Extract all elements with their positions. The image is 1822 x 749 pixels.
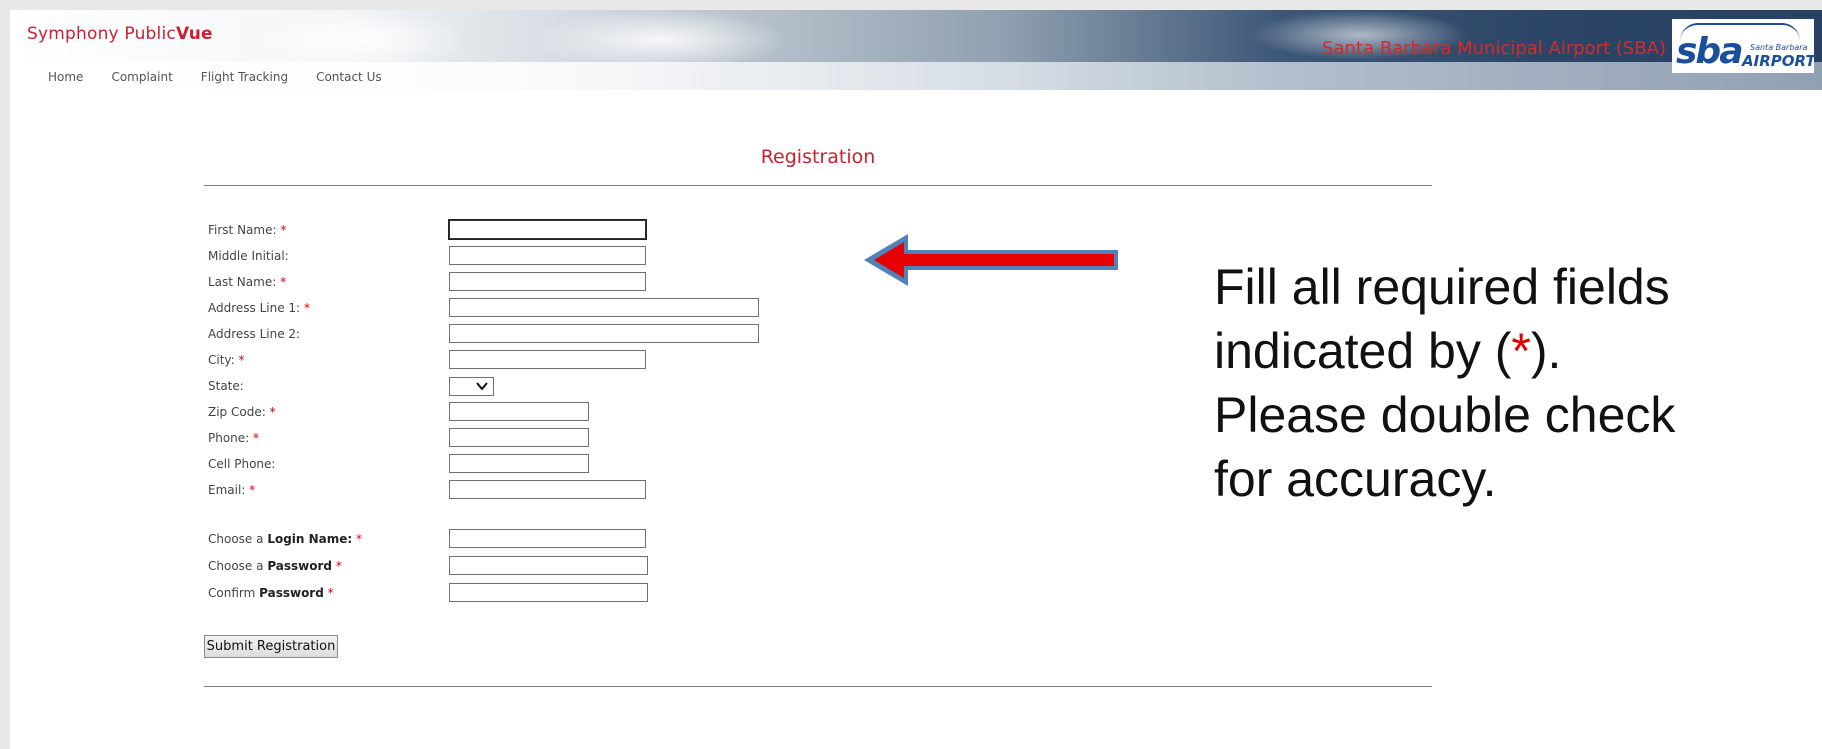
confirm-password-label: Confirm Password * xyxy=(208,586,334,600)
top-gutter xyxy=(0,0,1822,10)
callout-line-2: indicated by (*). xyxy=(1214,323,1562,379)
last-name-input[interactable] xyxy=(449,272,646,291)
header-cloud xyxy=(530,10,790,70)
header-cloud xyxy=(250,10,470,70)
logo-airport-text: AIRPORT xyxy=(1742,52,1816,70)
nav-contact-us[interactable]: Contact Us xyxy=(316,70,382,84)
cell-phone-input[interactable] xyxy=(449,454,589,473)
main-nav: Home Complaint Flight Tracking Contact U… xyxy=(48,70,382,84)
instruction-callout: Fill all required fields indicated by (*… xyxy=(1214,255,1774,511)
nav-flight-tracking[interactable]: Flight Tracking xyxy=(201,70,288,84)
nav-complaint[interactable]: Complaint xyxy=(111,70,172,84)
address-line2-label: Address Line 2: xyxy=(208,327,301,341)
airport-logo: sba Santa Barbara AIRPORT xyxy=(1672,19,1816,73)
divider xyxy=(204,185,1432,186)
address-line1-label: Address Line 1: * xyxy=(208,301,310,315)
nav-home[interactable]: Home xyxy=(48,70,83,84)
last-name-label: Last Name: * xyxy=(208,275,287,289)
confirm-password-input[interactable] xyxy=(449,583,648,602)
state-select[interactable] xyxy=(449,377,494,396)
page-title: Registration xyxy=(760,146,876,168)
login-name-label: Choose a Login Name: * xyxy=(208,532,363,546)
divider xyxy=(204,686,1432,687)
callout-line-3: Please double check xyxy=(1214,387,1676,443)
submit-registration-button[interactable]: Submit Registration xyxy=(204,635,338,658)
chevron-down-icon xyxy=(476,382,488,391)
brand-prefix: Symphony Public xyxy=(27,24,176,44)
first-name-label: First Name: * xyxy=(208,223,287,237)
logo-small-text: Santa Barbara xyxy=(1750,43,1808,52)
callout-line-1: Fill all required fields xyxy=(1214,259,1670,315)
middle-initial-input[interactable] xyxy=(449,246,646,265)
state-label: State: xyxy=(208,379,244,393)
address-line2-input[interactable] xyxy=(449,324,759,343)
zip-code-input[interactable] xyxy=(449,402,589,421)
logo-sba-text: sba xyxy=(1676,31,1743,72)
city-input[interactable] xyxy=(449,350,646,369)
city-label: City: * xyxy=(208,353,245,367)
login-name-input[interactable] xyxy=(449,529,646,548)
phone-input[interactable] xyxy=(449,428,589,447)
email-input[interactable] xyxy=(449,480,646,499)
password-label: Choose a Password * xyxy=(208,559,342,573)
brand-logo-text[interactable]: Symphony PublicVue xyxy=(27,24,213,44)
first-name-input[interactable] xyxy=(448,219,647,240)
zip-code-label: Zip Code: * xyxy=(208,405,276,419)
airport-name: Santa Barbara Municipal Airport (SBA) xyxy=(1322,38,1666,59)
phone-label: Phone: * xyxy=(208,431,260,445)
cell-phone-label: Cell Phone: xyxy=(208,457,276,471)
brand-suffix: Vue xyxy=(175,24,213,44)
left-gutter xyxy=(0,0,10,749)
callout-line-4: for accuracy. xyxy=(1214,451,1497,507)
left-arrow-icon xyxy=(864,234,1118,286)
address-line1-input[interactable] xyxy=(449,298,759,317)
email-label: Email: * xyxy=(208,483,256,497)
password-input[interactable] xyxy=(449,556,648,575)
middle-initial-label: Middle Initial: xyxy=(208,249,289,263)
